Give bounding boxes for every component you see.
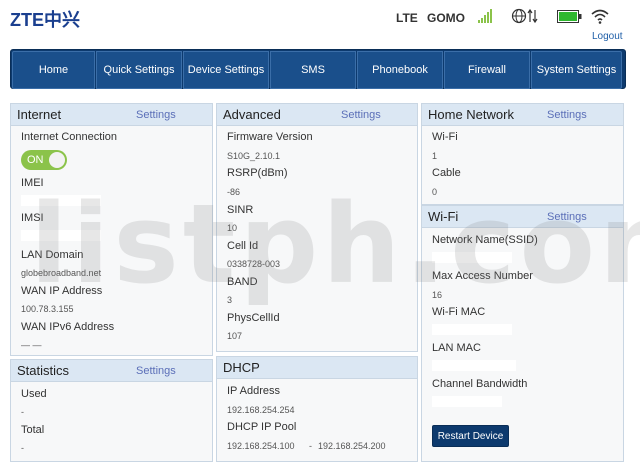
- imei-value: [21, 195, 101, 206]
- statistics-title: Statistics: [17, 363, 70, 378]
- dhcp-pool-end: 192.168.254.200: [318, 441, 386, 451]
- statistics-panel-header: Statistics Settings: [11, 360, 212, 382]
- internet-connection-label: Internet Connection: [21, 131, 118, 143]
- network-type: LTE: [396, 11, 418, 25]
- lan-mac-value: [432, 360, 516, 371]
- sinr-label: SINR: [227, 204, 254, 216]
- advanced-settings-link[interactable]: Settings: [341, 109, 381, 121]
- home-network-panel: Home Network Settings Wi-Fi 1 Cable 0: [421, 103, 624, 205]
- max-access-label: Max Access Number: [432, 270, 533, 282]
- firmware-label: Firmware Version: [227, 131, 313, 143]
- lan-mac-label: LAN MAC: [432, 342, 481, 354]
- wifi-icon: [591, 9, 609, 24]
- advanced-panel: Advanced Settings Firmware Version S10G_…: [216, 103, 418, 352]
- main-nav: Home Quick Settings Device Settings SMS …: [10, 49, 626, 89]
- dhcp-title: DHCP: [223, 360, 260, 375]
- dhcp-pool-separator: -: [309, 441, 312, 451]
- wifi-mac-label: Wi-Fi MAC: [432, 306, 486, 318]
- dhcp-pool-start: 192.168.254.100: [227, 441, 295, 451]
- advanced-title: Advanced: [223, 107, 281, 122]
- rsrp-label: RSRP(dBm): [227, 167, 288, 179]
- dhcp-ip-label: IP Address: [227, 385, 280, 397]
- dhcp-panel-header: DHCP: [217, 357, 417, 379]
- wan-ip-value: 100.78.3.155: [21, 304, 74, 314]
- home-wifi-label: Wi-Fi: [432, 131, 458, 143]
- globe-transfer-icon: [511, 8, 538, 24]
- operator-name: GOMO: [427, 11, 465, 25]
- toggle-knob: [49, 152, 65, 168]
- total-value: -: [21, 443, 24, 453]
- band-value: 3: [227, 295, 233, 305]
- phys-cell-id-value: 107: [227, 331, 243, 341]
- nav-home[interactable]: Home: [12, 51, 95, 89]
- logout-link[interactable]: Logout: [592, 31, 623, 42]
- used-value: -: [21, 407, 24, 417]
- wan-ip-label: WAN IP Address: [21, 285, 103, 297]
- internet-panel-header: Internet Settings: [11, 104, 212, 126]
- wifi-mac-value: [432, 324, 512, 335]
- lan-domain-label: LAN Domain: [21, 249, 84, 261]
- dhcp-panel: DHCP IP Address 192.168.254.254 DHCP IP …: [216, 356, 418, 462]
- internet-title: Internet: [17, 107, 62, 122]
- zte-logo: ZTE中兴: [10, 6, 80, 32]
- logo-text: ZTE: [10, 10, 44, 30]
- nav-firewall[interactable]: Firewall: [444, 51, 530, 89]
- wan-ipv6-label: WAN IPv6 Address: [21, 321, 115, 333]
- sinr-value: 10: [227, 223, 238, 233]
- dhcp-pool-label: DHCP IP Pool: [227, 421, 297, 433]
- phys-cell-id-label: PhysCellId: [227, 312, 280, 324]
- logo-chinese-text: 中兴: [44, 10, 80, 30]
- statistics-panel: Statistics Settings Used - Total -: [10, 359, 213, 462]
- imei-label: IMEI: [21, 177, 44, 189]
- imsi-value: [21, 230, 101, 241]
- home-network-settings-link[interactable]: Settings: [547, 109, 587, 121]
- wifi-settings-link[interactable]: Settings: [547, 211, 587, 223]
- rsrp-value: -86: [227, 187, 241, 197]
- channel-bandwidth-value: [432, 396, 502, 407]
- total-label: Total: [21, 424, 45, 436]
- signal-bars-icon: [478, 9, 492, 23]
- wifi-panel-header: Wi-Fi Settings: [422, 206, 623, 228]
- home-network-title: Home Network: [428, 107, 514, 122]
- nav-system-settings[interactable]: System Settings: [531, 51, 622, 89]
- wifi-panel: Wi-Fi Settings Network Name(SSID) Max Ac…: [421, 205, 624, 462]
- home-wifi-count: 1: [432, 151, 438, 161]
- home-cable-count: 0: [432, 187, 438, 197]
- advanced-panel-header: Advanced Settings: [217, 104, 417, 126]
- home-network-panel-header: Home Network Settings: [422, 104, 623, 126]
- cell-id-label: Cell Id: [227, 240, 259, 252]
- restart-device-button[interactable]: Restart Device: [432, 425, 509, 447]
- channel-bandwidth-label: Channel Bandwidth: [432, 378, 528, 390]
- nav-phonebook[interactable]: Phonebook: [357, 51, 443, 89]
- nav-device-settings[interactable]: Device Settings: [183, 51, 269, 89]
- statistics-settings-link[interactable]: Settings: [136, 365, 176, 377]
- imsi-label: IMSI: [21, 212, 44, 224]
- internet-panel: Internet Settings Internet Connection ON…: [10, 103, 213, 356]
- toggle-state-text: ON: [27, 154, 44, 166]
- home-cable-label: Cable: [432, 167, 461, 179]
- max-access-value: 16: [432, 290, 443, 300]
- internet-connection-toggle[interactable]: ON: [21, 150, 67, 170]
- battery-icon: [557, 10, 582, 23]
- nav-sms[interactable]: SMS: [270, 51, 356, 89]
- wan-ipv6-value: — —: [21, 340, 42, 350]
- wifi-title: Wi-Fi: [428, 209, 459, 224]
- ssid-value: [432, 252, 512, 263]
- ssid-label: Network Name(SSID): [432, 234, 538, 246]
- header: ZTE中兴 LTE GOMO Logout: [0, 0, 640, 46]
- used-label: Used: [21, 388, 47, 400]
- internet-settings-link[interactable]: Settings: [136, 109, 176, 121]
- nav-quick-settings[interactable]: Quick Settings: [96, 51, 182, 89]
- firmware-value: S10G_2.10.1: [227, 151, 281, 161]
- lan-domain-value: globebroadband.net: [21, 268, 102, 278]
- cell-id-value: 0338728-003: [227, 259, 281, 269]
- band-label: BAND: [227, 276, 258, 288]
- dhcp-ip-value: 192.168.254.254: [227, 405, 295, 415]
